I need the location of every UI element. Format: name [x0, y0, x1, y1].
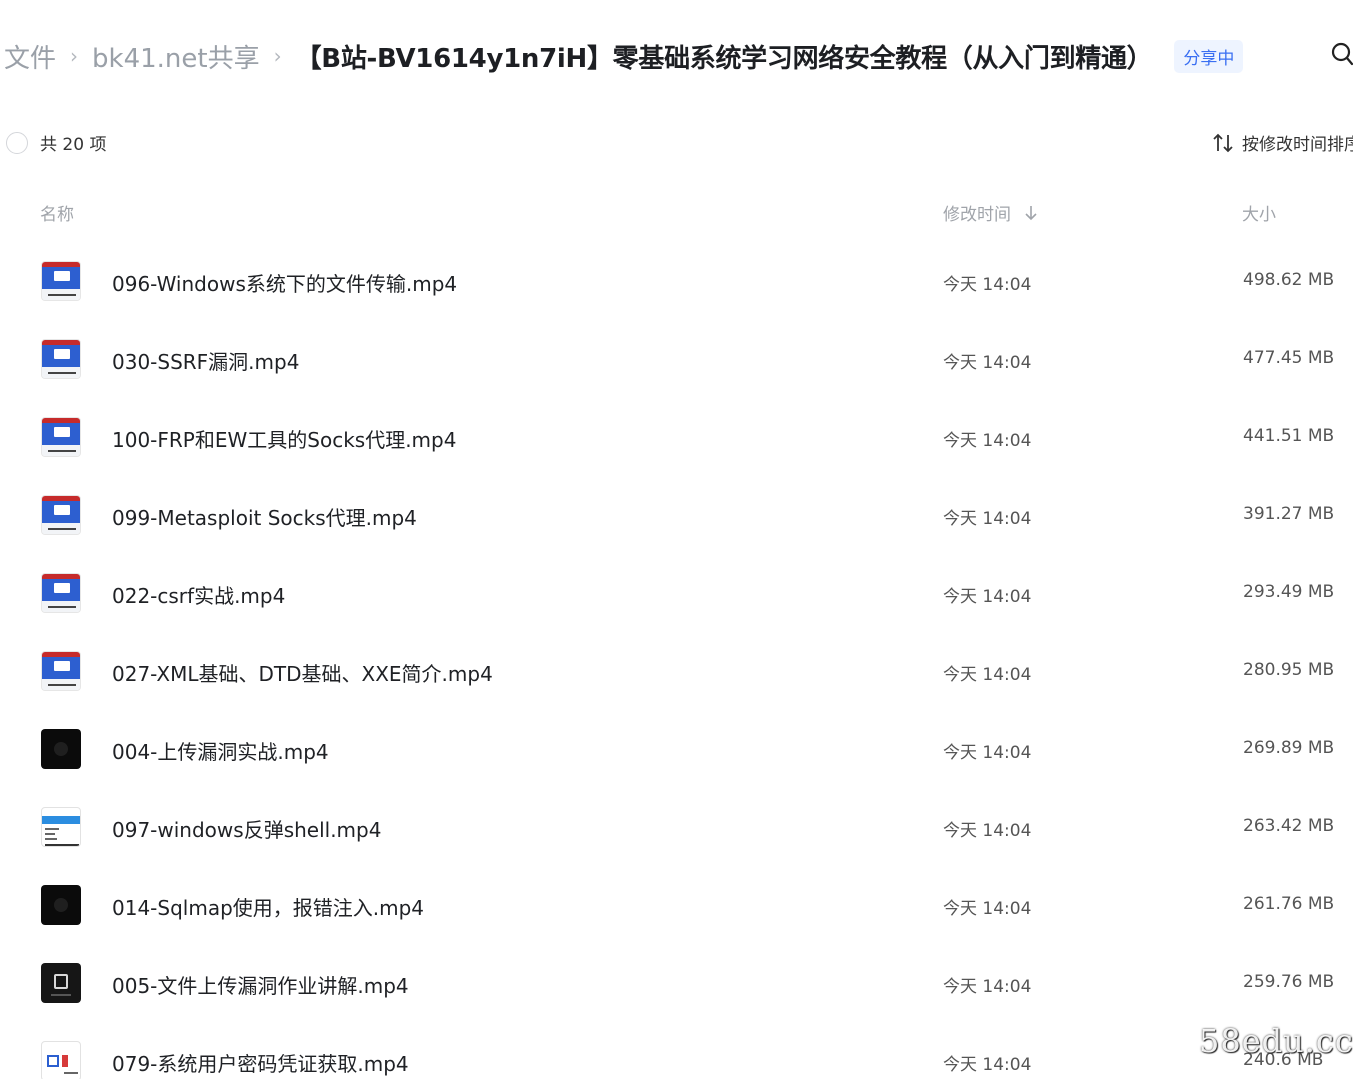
- file-name[interactable]: 096-Windows系统下的文件传输.mp4: [112, 268, 457, 297]
- file-modified-time: 今天 14:04: [943, 977, 1032, 997]
- column-header-modified-time[interactable]: 修改时间: [943, 200, 1039, 225]
- file-size: 280.95 MB: [1243, 660, 1335, 680]
- file-size: 391.27 MB: [1243, 504, 1335, 524]
- file-name[interactable]: 022-csrf实战.mp4: [112, 580, 285, 609]
- breadcrumb-shared-folder[interactable]: bk41.net共享: [92, 38, 260, 75]
- item-count: 共 20 项: [40, 135, 107, 155]
- watermark: 58edu.cc: [1199, 1022, 1353, 1060]
- file-name[interactable]: 005-文件上传漏洞作业讲解.mp4: [112, 970, 409, 999]
- file-row[interactable]: 014-Sqlmap使用，报错注入.mp4 今天 14:04 261.76 MB: [0, 866, 1353, 944]
- file-size: 293.49 MB: [1243, 582, 1335, 602]
- file-modified-time: 今天 14:04: [943, 1055, 1032, 1075]
- video-thumbnail: [41, 1041, 81, 1079]
- breadcrumb-current-folder: 【B站-BV1614y1n7iH】零基础系统学习网络安全教程（从入门到精通）: [295, 43, 1153, 74]
- video-thumbnail: [41, 495, 81, 535]
- sort-dropdown[interactable]: 按修改时间排序: [1212, 130, 1353, 155]
- file-size: 261.76 MB: [1243, 894, 1335, 914]
- file-size: 477.45 MB: [1243, 348, 1335, 368]
- file-modified-time: 今天 14:04: [943, 665, 1032, 685]
- video-thumbnail: [41, 963, 81, 1003]
- file-modified-time: 今天 14:04: [943, 899, 1032, 919]
- file-row[interactable]: 079-系统用户密码凭证获取.mp4 今天 14:04 240.6 MB: [0, 1022, 1353, 1079]
- video-thumbnail: [41, 339, 81, 379]
- file-size: 498.62 MB: [1243, 270, 1335, 290]
- file-name[interactable]: 030-SSRF漏洞.mp4: [112, 346, 299, 375]
- file-modified-time: 今天 14:04: [943, 431, 1032, 451]
- file-name[interactable]: 100-FRP和EW工具的Socks代理.mp4: [112, 424, 456, 453]
- video-thumbnail: [41, 573, 81, 613]
- video-thumbnail: [41, 261, 81, 301]
- sharing-status-badge[interactable]: 分享中: [1174, 39, 1244, 73]
- search-icon[interactable]: [1331, 42, 1353, 66]
- file-size: 441.51 MB: [1243, 426, 1335, 446]
- video-thumbnail: [41, 807, 81, 847]
- file-row[interactable]: 005-文件上传漏洞作业讲解.mp4 今天 14:04 259.76 MB: [0, 944, 1353, 1022]
- file-name[interactable]: 079-系统用户密码凭证获取.mp4: [112, 1048, 409, 1077]
- file-modified-time: 今天 14:04: [943, 275, 1032, 295]
- file-name[interactable]: 027-XML基础、DTD基础、XXE简介.mp4: [112, 658, 493, 687]
- video-thumbnail: [41, 417, 81, 457]
- file-size: 269.89 MB: [1243, 738, 1335, 758]
- file-name[interactable]: 004-上传漏洞实战.mp4: [112, 736, 329, 765]
- breadcrumb: 文件 › bk41.net共享 › 【B站-BV1614y1n7iH】零基础系统…: [4, 32, 1244, 80]
- file-name[interactable]: 097-windows反弹shell.mp4: [112, 814, 381, 843]
- file-modified-time: 今天 14:04: [943, 509, 1032, 529]
- arrow-down-icon: [1025, 205, 1037, 220]
- file-modified-time: 今天 14:04: [943, 353, 1032, 373]
- select-all-checkbox[interactable]: [6, 131, 28, 154]
- column-header-name[interactable]: 名称: [40, 200, 74, 225]
- file-row[interactable]: 027-XML基础、DTD基础、XXE简介.mp4 今天 14:04 280.95 …: [0, 632, 1353, 710]
- column-header-size[interactable]: 大小: [1242, 200, 1276, 225]
- video-thumbnail: [41, 651, 81, 691]
- column-header-modified-time-label: 修改时间: [943, 205, 1011, 225]
- file-row[interactable]: 030-SSRF漏洞.mp4 今天 14:04 477.45 MB: [0, 320, 1353, 398]
- file-name[interactable]: 014-Sqlmap使用，报错注入.mp4: [112, 892, 424, 921]
- file-modified-time: 今天 14:04: [943, 743, 1032, 763]
- file-modified-time: 今天 14:04: [943, 821, 1032, 841]
- file-row[interactable]: 096-Windows系统下的文件传输.mp4 今天 14:04 498.62 MB: [0, 242, 1353, 320]
- video-thumbnail: [41, 729, 81, 769]
- file-modified-time: 今天 14:04: [943, 587, 1032, 607]
- file-size: 259.76 MB: [1243, 972, 1335, 992]
- list-summary: 共 20 项: [6, 130, 106, 155]
- chevron-right-icon: ›: [273, 44, 282, 68]
- file-row[interactable]: 004-上传漏洞实战.mp4 今天 14:04 269.89 MB: [0, 710, 1353, 788]
- file-row[interactable]: 100-FRP和EW工具的Socks代理.mp4 今天 14:04 441.51 M…: [0, 398, 1353, 476]
- sort-icon: [1213, 133, 1233, 152]
- breadcrumb-root[interactable]: 文件: [4, 38, 56, 75]
- file-size: 263.42 MB: [1243, 816, 1335, 836]
- video-thumbnail: [41, 885, 81, 925]
- file-name[interactable]: 099-Metasploit Socks代理.mp4: [112, 502, 417, 531]
- file-row[interactable]: 097-windows反弹shell.mp4 今天 14:04 263.42 MB: [0, 788, 1353, 866]
- chevron-right-icon: ›: [70, 44, 79, 68]
- sort-label: 按修改时间排序: [1242, 135, 1353, 155]
- file-row[interactable]: 022-csrf实战.mp4 今天 14:04 293.49 MB: [0, 554, 1353, 632]
- file-row[interactable]: 099-Metasploit Socks代理.mp4 今天 14:04 391.27…: [0, 476, 1353, 554]
